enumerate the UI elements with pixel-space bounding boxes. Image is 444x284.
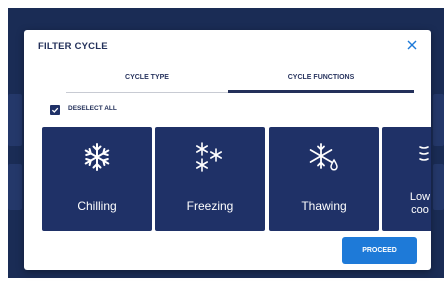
checkbox[interactable] (50, 105, 60, 115)
filter-cycle-dialog: FILTER CYCLE CYCLE TYPE CYCLE FUNCTIONS … (24, 30, 431, 270)
card-label: Low coo (400, 191, 431, 217)
tab-cycle-type[interactable]: CYCLE TYPE (66, 68, 228, 93)
snowflakes-icon (155, 141, 265, 173)
card-label-line1: Low (409, 191, 431, 203)
card-low-cool[interactable]: Low coo (382, 127, 431, 231)
deselect-all-label: DESELECT ALL (68, 105, 117, 112)
tab-bar: CYCLE TYPE CYCLE FUNCTIONS (66, 68, 414, 94)
snowflake-drop-icon (269, 141, 379, 173)
card-label: Chilling (77, 199, 117, 213)
card-label: Thawing (301, 199, 347, 213)
backdrop-panel (433, 164, 444, 210)
check-icon (51, 107, 59, 113)
dialog-title: FILTER CYCLE (38, 41, 108, 52)
card-chilling[interactable]: Chilling (42, 127, 152, 231)
card-label: Freezing (186, 199, 234, 213)
tab-cycle-functions[interactable]: CYCLE FUNCTIONS (228, 68, 414, 93)
close-icon[interactable] (405, 38, 419, 52)
card-freezing[interactable]: Freezing (155, 127, 265, 231)
bottom-strip (0, 278, 444, 284)
snowflake-icon (42, 141, 152, 173)
backdrop-panel (8, 164, 22, 210)
card-thawing[interactable]: Thawing (269, 127, 379, 231)
backdrop-panel (433, 94, 444, 146)
proceed-button[interactable]: PROCEED (342, 237, 417, 264)
cycle-function-cards: Chilling Freezing Thawing Low coo (42, 127, 431, 231)
card-label-line2: coo (411, 204, 429, 216)
wave-icon (382, 141, 431, 173)
backdrop-panel (8, 94, 22, 146)
